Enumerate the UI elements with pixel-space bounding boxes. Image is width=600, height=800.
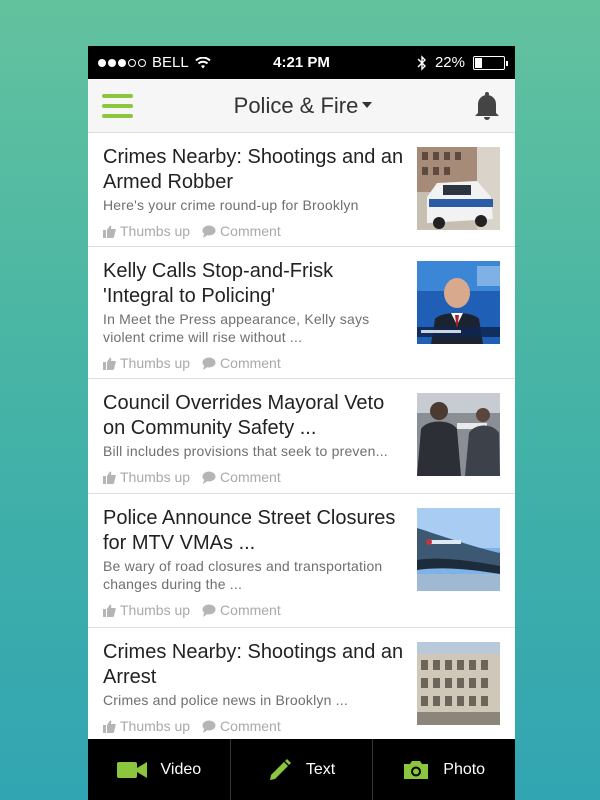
thumbnail-image[interactable]	[417, 508, 500, 591]
thumbs-up-button[interactable]: Thumbs up	[103, 223, 190, 239]
comment-icon	[202, 225, 216, 238]
tab-label: Text	[305, 760, 336, 778]
comment-button[interactable]: Comment	[202, 223, 281, 239]
item-summary: Be wary of road closures and transportat…	[103, 558, 383, 592]
nav-bar: Police & Fire	[88, 79, 515, 133]
thumbs-up-icon	[103, 720, 116, 733]
thumbnail-image[interactable]	[417, 261, 500, 344]
bluetooth-icon	[417, 54, 426, 71]
list-item[interactable]: Crimes Nearby: Shootings and an Arrest C…	[88, 628, 515, 740]
item-title[interactable]: Crimes Nearby: Shootings and an Armed Ro…	[103, 145, 405, 195]
item-summary: In Meet the Press appearance, Kelly says…	[103, 311, 370, 345]
battery-percent: 22%	[434, 54, 465, 71]
comment-button[interactable]: Comment	[202, 718, 281, 734]
hamburger-menu-icon[interactable]	[102, 93, 133, 118]
tab-label: Photo	[443, 760, 486, 778]
comment-icon	[202, 720, 216, 733]
news-feed: Crimes Nearby: Shootings and an Armed Ro…	[88, 133, 515, 740]
thumbs-up-icon	[103, 604, 116, 617]
page-title: Police & Fire	[233, 92, 359, 118]
thumbnail-image[interactable]	[417, 393, 500, 476]
caret-down-icon	[362, 101, 373, 108]
signal-strength-icon	[98, 58, 146, 67]
comment-button[interactable]: Comment	[202, 469, 281, 485]
item-title[interactable]: Police Announce Street Closures for MTV …	[103, 506, 405, 556]
tab-photo[interactable]: Photo	[373, 739, 515, 800]
battery-level	[475, 57, 482, 68]
comment-button[interactable]: Comment	[202, 602, 281, 618]
carrier-name: BELL	[152, 54, 189, 71]
thumbs-up-icon	[103, 357, 116, 370]
pencil-icon	[269, 758, 291, 780]
item-title[interactable]: Council Overrides Mayoral Veto on Commun…	[103, 391, 405, 441]
phone-screen: BELL 4:21 PM 22% Police & Fire Crimes Ne…	[88, 46, 515, 800]
camera-icon	[404, 760, 429, 779]
thumbs-up-icon	[103, 471, 116, 484]
comment-icon	[202, 357, 216, 370]
tab-label: Video	[160, 760, 202, 778]
list-item[interactable]: Police Announce Street Closures for MTV …	[88, 494, 515, 628]
thumbs-up-icon	[103, 225, 116, 238]
section-selector[interactable]: Police & Fire	[234, 93, 373, 119]
list-item[interactable]: Kelly Calls Stop-and-Frisk 'Integral to …	[88, 247, 515, 379]
comment-icon	[202, 471, 216, 484]
wifi-icon	[195, 56, 211, 68]
list-item[interactable]: Council Overrides Mayoral Veto on Commun…	[88, 379, 515, 494]
tab-video[interactable]: Video	[88, 739, 231, 800]
item-summary: Crimes and police news in Brooklyn ...	[103, 692, 348, 708]
thumbs-up-button[interactable]: Thumbs up	[103, 602, 190, 618]
thumbnail-image[interactable]	[417, 147, 500, 230]
thumbnail-image[interactable]	[417, 642, 500, 725]
comment-icon	[202, 604, 216, 617]
thumbs-up-button[interactable]: Thumbs up	[103, 469, 190, 485]
list-item[interactable]: Crimes Nearby: Shootings and an Armed Ro…	[88, 133, 515, 247]
thumbs-up-button[interactable]: Thumbs up	[103, 355, 190, 371]
thumbs-up-button[interactable]: Thumbs up	[103, 718, 190, 734]
item-summary: Here's your crime round-up for Brooklyn	[103, 197, 359, 213]
battery-icon	[473, 55, 508, 70]
tab-text[interactable]: Text	[231, 739, 374, 800]
tab-bar: Video Text Photo	[88, 739, 515, 800]
item-title[interactable]: Kelly Calls Stop-and-Frisk 'Integral to …	[103, 259, 405, 309]
video-camera-icon	[116, 761, 147, 778]
comment-button[interactable]: Comment	[202, 355, 281, 371]
item-summary: Bill includes provisions that seek to pr…	[103, 443, 388, 459]
bell-icon[interactable]	[473, 91, 501, 121]
status-bar: BELL 4:21 PM 22%	[88, 46, 515, 79]
item-title[interactable]: Crimes Nearby: Shootings and an Arrest	[103, 640, 405, 690]
